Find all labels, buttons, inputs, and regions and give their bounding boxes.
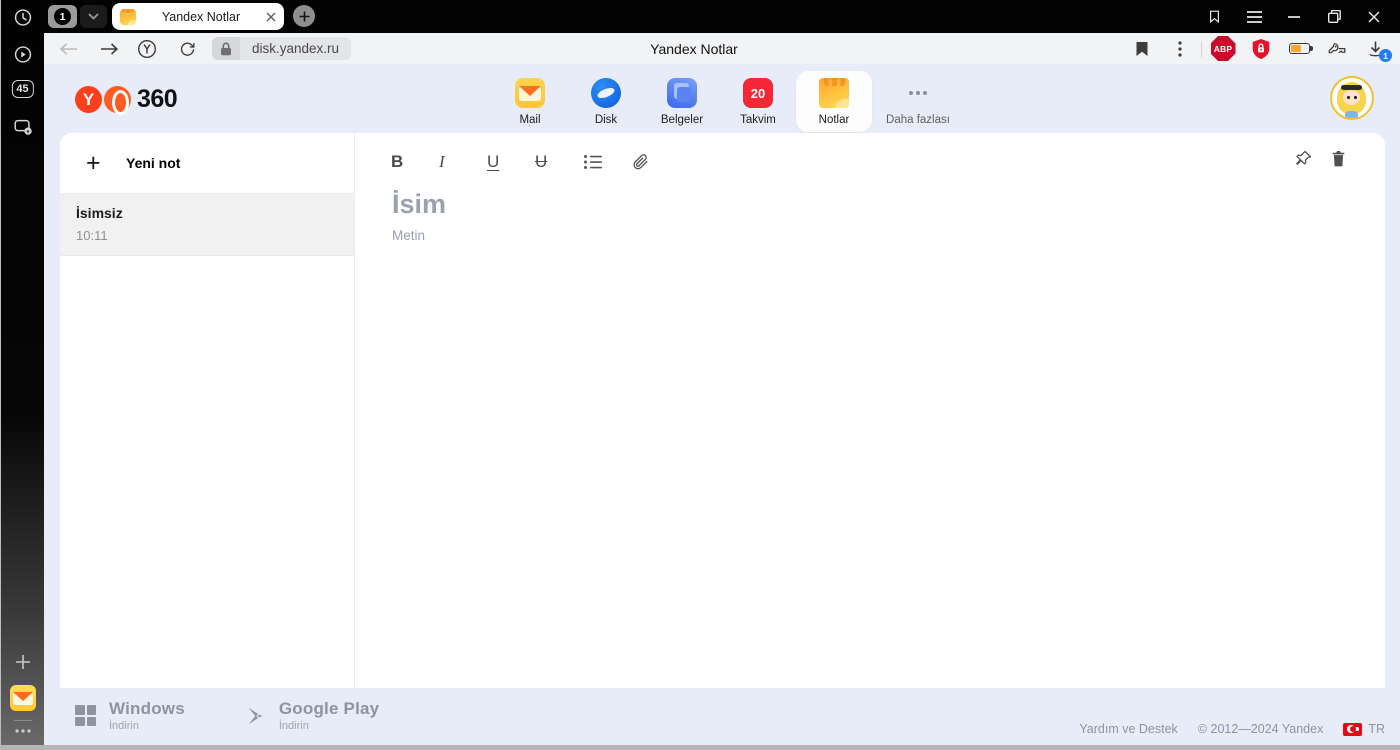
sidebar-add-icon[interactable] bbox=[13, 652, 33, 672]
app-takvim[interactable]: 20 Takvim bbox=[720, 71, 796, 132]
help-support-link[interactable]: Yardım ve Destek bbox=[1079, 722, 1177, 736]
screenshot-icon[interactable] bbox=[12, 116, 34, 138]
toolbar-divider bbox=[1201, 40, 1202, 57]
windows-icon bbox=[75, 705, 96, 726]
app-disk[interactable]: Disk bbox=[568, 71, 644, 132]
yandex-mail-dock-icon[interactable] bbox=[9, 685, 36, 711]
protect-shield-icon[interactable] bbox=[1242, 33, 1280, 64]
360-logo-icon bbox=[104, 86, 131, 115]
note-body-input[interactable]: Metin bbox=[392, 228, 425, 243]
app-notlar[interactable]: Notlar bbox=[796, 71, 872, 132]
tab-group-control: 1 bbox=[48, 5, 107, 28]
menu-icon[interactable] bbox=[1234, 0, 1274, 33]
documents-app-icon bbox=[667, 78, 697, 108]
mail-app-icon bbox=[515, 78, 545, 108]
pin-note-icon[interactable] bbox=[1294, 149, 1313, 168]
notes-favicon bbox=[120, 8, 136, 25]
abp-label: ABP bbox=[1210, 36, 1236, 61]
close-window-icon[interactable] bbox=[1354, 0, 1394, 33]
italic-button[interactable]: I bbox=[439, 152, 487, 172]
page-title: Yandex Notlar bbox=[650, 40, 738, 57]
tab-bar: 1 Yandex Notlar bbox=[44, 0, 1400, 33]
downloads-icon[interactable]: 1 bbox=[1356, 33, 1394, 64]
address-bar: disk.yandex.ru Yandex Notlar ABP 1 bbox=[44, 33, 1400, 64]
bullet-list-button[interactable] bbox=[583, 153, 631, 171]
address-bar-actions: ABP 1 bbox=[1123, 33, 1394, 64]
tab-close-icon[interactable] bbox=[266, 12, 276, 22]
delete-note-icon[interactable] bbox=[1330, 149, 1347, 168]
underline-button[interactable]: U bbox=[487, 152, 535, 172]
note-title-input[interactable]: İsim bbox=[392, 189, 446, 220]
plus-icon: + bbox=[86, 148, 101, 177]
app-belgeler[interactable]: Belgeler bbox=[644, 71, 720, 132]
window-bottom-edge bbox=[0, 745, 1400, 750]
url-field[interactable]: disk.yandex.ru bbox=[212, 37, 352, 60]
tab-group-count-button[interactable]: 1 bbox=[48, 5, 77, 28]
bold-button[interactable]: B bbox=[391, 152, 439, 172]
new-note-button[interactable]: + Yeni not bbox=[60, 133, 354, 194]
user-avatar[interactable] bbox=[1330, 76, 1374, 120]
note-item-time: 10:11 bbox=[76, 228, 108, 243]
strikethrough-button[interactable]: U bbox=[535, 152, 583, 172]
note-editor: B I U U İsim Metin bbox=[356, 133, 1385, 688]
counter-badge-value: 45 bbox=[11, 80, 34, 98]
yandex-360-page: Y 360 Mail Disk Belgeler 20 Takvim Notla… bbox=[44, 64, 1400, 745]
note-actions bbox=[1294, 149, 1347, 168]
app-switcher: Mail Disk Belgeler 20 Takvim Notlar Daha… bbox=[492, 71, 964, 132]
tab-group-count: 1 bbox=[54, 8, 71, 25]
history-icon[interactable] bbox=[12, 7, 33, 28]
tab-group-chevron-button[interactable] bbox=[80, 5, 107, 28]
app-mail[interactable]: Mail bbox=[492, 71, 568, 132]
window-controls bbox=[1194, 0, 1394, 33]
more-apps-icon bbox=[903, 78, 933, 108]
editor-toolbar: B I U U bbox=[391, 146, 679, 178]
language-switcher[interactable]: TR bbox=[1343, 722, 1385, 736]
logo-text: 360 bbox=[137, 85, 178, 113]
windows-download-link[interactable]: Windows İndirin bbox=[75, 699, 185, 732]
yandex-protect-icon[interactable] bbox=[134, 33, 160, 64]
disk-app-icon bbox=[591, 78, 621, 108]
language-code: TR bbox=[1368, 722, 1385, 736]
turkey-flag-icon bbox=[1343, 722, 1363, 736]
notes-list-panel: + Yeni not İsimsiz 10:11 bbox=[60, 133, 355, 688]
google-play-download-link[interactable]: Google Play İndirin bbox=[245, 699, 379, 732]
forward-icon[interactable] bbox=[96, 33, 122, 64]
notes-card: + Yeni not İsimsiz 10:11 B I U U İsim Me… bbox=[60, 133, 1385, 688]
store-links: Windows İndirin Google Play İndirin bbox=[75, 699, 379, 732]
note-item-title: İsimsiz bbox=[76, 205, 123, 221]
url-text: disk.yandex.ru bbox=[240, 37, 352, 60]
more-actions-icon[interactable] bbox=[1161, 33, 1199, 64]
new-tab-button[interactable] bbox=[293, 5, 315, 27]
reload-icon[interactable] bbox=[174, 33, 200, 64]
bookmarks-panel-icon[interactable] bbox=[1194, 0, 1234, 33]
browser-side-panel: 45 bbox=[0, 0, 44, 750]
counter-badge[interactable]: 45 bbox=[11, 80, 34, 98]
bookmark-icon[interactable] bbox=[1123, 33, 1161, 64]
back-icon[interactable] bbox=[56, 33, 82, 64]
footer-legal: Yardım ve Destek © 2012—2024 Yandex TR bbox=[1079, 722, 1385, 736]
copyright-text: © 2012—2024 Yandex bbox=[1197, 722, 1324, 736]
password-manager-icon[interactable] bbox=[1318, 33, 1356, 64]
note-list-item[interactable]: İsimsiz 10:11 bbox=[60, 194, 354, 256]
notes-app-icon bbox=[819, 78, 849, 108]
play-panel-icon[interactable] bbox=[12, 44, 33, 65]
active-tab[interactable]: Yandex Notlar bbox=[112, 3, 284, 30]
app-more[interactable]: Daha fazlası bbox=[872, 71, 964, 132]
calendar-app-icon: 20 bbox=[743, 78, 773, 108]
adblock-extension-icon[interactable]: ABP bbox=[1204, 33, 1242, 64]
yandex-360-logo[interactable]: Y 360 bbox=[75, 85, 178, 115]
minimize-icon[interactable] bbox=[1274, 0, 1314, 33]
battery-icon[interactable] bbox=[1280, 33, 1318, 64]
downloads-badge: 1 bbox=[1379, 49, 1392, 62]
tab-title: Yandex Notlar bbox=[161, 9, 241, 24]
yandex-logo-icon: Y bbox=[75, 86, 102, 113]
attach-file-button[interactable] bbox=[631, 152, 679, 172]
browser-window: 45 1 Yandex Notlar disk.yandex.ru Yandex… bbox=[0, 0, 1400, 750]
page-footer: Windows İndirin Google Play İndirin Yard… bbox=[44, 688, 1400, 745]
sidebar-divider bbox=[14, 720, 32, 721]
google-play-icon bbox=[245, 705, 266, 727]
restore-icon[interactable] bbox=[1314, 0, 1354, 33]
sidebar-more-icon[interactable] bbox=[14, 727, 32, 735]
lock-icon[interactable] bbox=[212, 37, 240, 60]
